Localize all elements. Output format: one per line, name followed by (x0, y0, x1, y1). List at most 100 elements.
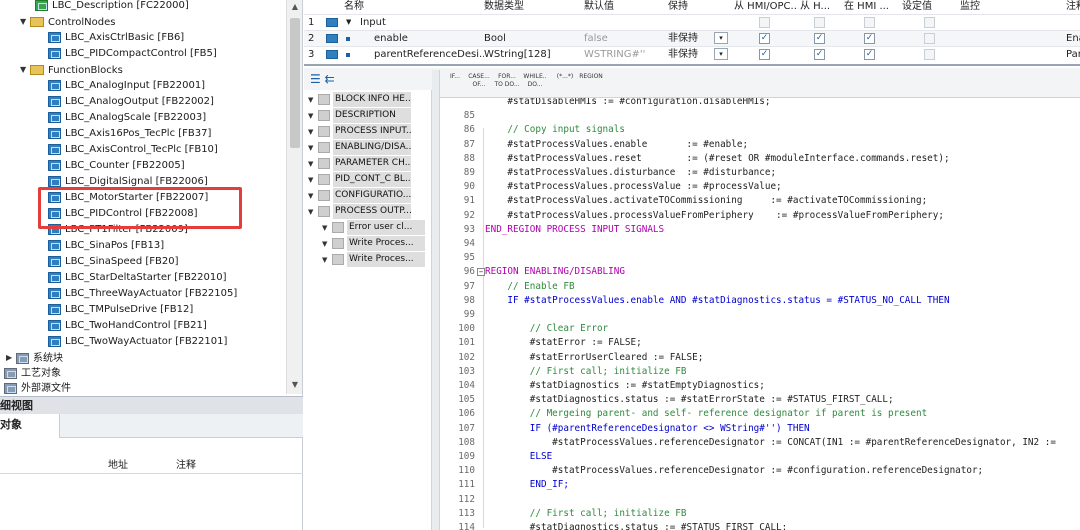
expand-down-icon[interactable]: ▼ (308, 141, 318, 156)
checkbox[interactable]: ✓ (814, 49, 825, 60)
code-line[interactable]: 102 #statErrorUserCleared := FALSE; (441, 351, 1080, 365)
outline-item[interactable]: ▼ PROCESS INPUT... (308, 124, 411, 139)
code-line[interactable]: 101 #statError := FALSE; (441, 336, 1080, 350)
scroll-thumb[interactable] (290, 18, 300, 148)
column-address[interactable]: 地址 (108, 458, 128, 474)
tree-item[interactable]: LBC_Description [FC22000] (35, 0, 189, 14)
tree-item[interactable]: LBC_Axis16Pos_TecPlc [FB37] (48, 126, 211, 142)
code-line[interactable]: 107 IF (#parentReferenceDesignator <> WS… (441, 422, 1080, 436)
expand-down-icon[interactable]: ▼ (308, 157, 318, 172)
expand-down-icon[interactable]: ▼ (308, 189, 318, 204)
outline-splitter[interactable] (432, 70, 440, 530)
code-line[interactable]: 89 #statProcessValues.disturbance := #di… (441, 166, 1080, 180)
toolbar-button[interactable]: IF... (442, 73, 468, 93)
outline-item[interactable]: ▼ Error user cl... (322, 220, 425, 235)
outline-item[interactable]: ▼ PROCESS OUTP... (308, 204, 411, 219)
table-row[interactable]: 1 Input ▼ (304, 14, 1080, 30)
code-line[interactable]: 97 // Enable FB (441, 280, 1080, 294)
code-line[interactable]: 108 #statProcessValues.referenceDesignat… (441, 436, 1080, 450)
code-line[interactable]: 90 #statProcessValues.processValue := #p… (441, 180, 1080, 194)
code-line[interactable]: 96 REGION ENABLING/DISABLING (441, 265, 1080, 279)
expand-down-icon[interactable]: ▼ (308, 205, 318, 220)
outline-item[interactable]: ▼ ENABLING/DISA... (308, 140, 411, 155)
code-line[interactable]: 100 // Clear Error (441, 322, 1080, 336)
fold-collapse-icon[interactable]: − (477, 268, 485, 277)
tree-item[interactable]: LBC_PIDCompactControl [FB5] (48, 46, 217, 62)
tree-item[interactable]: LBC_TwoHandControl [FB21] (48, 318, 207, 334)
outline-item[interactable]: ▼ BLOCK INFO HE... (308, 92, 411, 107)
tree-item[interactable]: ▼ FunctionBlocks (20, 62, 123, 78)
outline-item[interactable]: ▼ Write Proces... (322, 252, 425, 267)
column-comment[interactable]: 注释 (176, 458, 196, 474)
code-line[interactable]: 113 // First call; initialize FB (441, 507, 1080, 521)
column-header[interactable]: 从 HMI/OPC... (734, 0, 798, 14)
column-header[interactable]: 从 H... (800, 0, 840, 14)
tree-item[interactable]: LBC_AxisCtrlBasic [FB6] (48, 30, 184, 46)
expand-down-icon[interactable]: ▼ (308, 173, 318, 188)
tree-item[interactable]: LBC_ThreeWayActuator [FB22105] (48, 286, 237, 302)
toolbar-button[interactable]: WHILE.. DO... (522, 73, 548, 93)
code-line[interactable]: 94 (441, 237, 1080, 251)
code-line[interactable]: 85 (441, 109, 1080, 123)
expand-down-icon[interactable]: ▼ (322, 253, 332, 268)
code-line[interactable]: 106 // Mergeing parent- and self- refere… (441, 407, 1080, 421)
scroll-down-icon[interactable]: ▼ (289, 378, 301, 392)
tree-item[interactable]: 外部源文件 (4, 381, 71, 394)
column-header[interactable]: 默认值 (584, 0, 664, 14)
code-line[interactable]: 91 #statProcessValues.activateTOCommissi… (441, 194, 1080, 208)
code-line[interactable]: 93 END_REGION PROCESS INPUT SIGNALS (441, 223, 1080, 237)
table-row[interactable]: 2enableBoolfalse非保持▾✓✓✓Ena (304, 30, 1080, 46)
expand-right-icon[interactable]: ▶ (6, 350, 16, 366)
column-header[interactable]: 设定值 (902, 0, 958, 14)
code-line[interactable]: 86 // Copy input signals (441, 123, 1080, 137)
column-header[interactable]: 在 HMI ... (844, 0, 899, 14)
tree-scrollbar[interactable]: ▲ ▼ (286, 0, 302, 394)
checkbox[interactable] (924, 33, 935, 44)
code-line[interactable]: 110 #statProcessValues.referenceDesignat… (441, 464, 1080, 478)
checkbox[interactable] (864, 17, 875, 28)
tree-item[interactable]: ▼ ControlNodes (20, 14, 115, 30)
expand-down-icon[interactable]: ▼ (322, 221, 332, 236)
tree-item[interactable]: ▶ 系统块 (6, 350, 63, 366)
outline-item[interactable]: ▼ DESCRIPTION (308, 108, 411, 123)
outline-item[interactable]: ▼ PARAMETER CH... (308, 156, 411, 171)
code-line[interactable]: 87 #statProcessValues.enable := #enable; (441, 138, 1080, 152)
checkbox[interactable] (814, 17, 825, 28)
code-line[interactable]: 105 #statDiagnostics.status := #statErro… (441, 393, 1080, 407)
scroll-up-icon[interactable]: ▲ (289, 0, 301, 14)
code-editor[interactable]: #statDisableHMIs := #configuration.disab… (441, 98, 1080, 530)
tree-item[interactable]: LBC_StarDeltaStarter [FB22010] (48, 270, 227, 286)
expand-down-icon[interactable]: ▼ (322, 237, 332, 252)
code-line[interactable]: 104 #statDiagnostics := #statEmptyDiagno… (441, 379, 1080, 393)
expand-down-icon[interactable]: ▼ (20, 14, 30, 30)
expand-down-icon[interactable]: ▼ (308, 125, 318, 140)
expand-down-icon[interactable]: ▼ (308, 93, 318, 108)
code-line[interactable]: 88 #statProcessValues.reset := (#reset O… (441, 152, 1080, 166)
checkbox[interactable] (924, 17, 935, 28)
code-line[interactable]: 99 (441, 308, 1080, 322)
tree-item[interactable]: 工艺对象 (4, 366, 61, 382)
outline-toggle-icon[interactable]: ☰ ⇇ (310, 72, 335, 86)
dropdown-arrow-icon[interactable]: ▾ (714, 32, 728, 44)
tree-item[interactable]: LBC_Counter [FB22005] (48, 158, 185, 174)
code-line[interactable]: 114 #statDiagnostics.status := #STATUS_F… (441, 521, 1080, 530)
tab-objects[interactable]: 对象 (0, 414, 60, 438)
toolbar-button[interactable]: REGION (578, 73, 604, 93)
toolbar-button[interactable]: (*...*) (552, 73, 578, 93)
code-line[interactable]: 112 (441, 493, 1080, 507)
expand-down-icon[interactable]: ▼ (20, 62, 30, 78)
column-header[interactable]: 数据类型 (484, 0, 574, 14)
expand-down-icon[interactable]: ▼ (308, 109, 318, 124)
tree-item[interactable]: LBC_AnalogScale [FB22003] (48, 110, 206, 126)
expand-down-icon[interactable]: ▼ (346, 15, 351, 30)
code-line[interactable]: #statDisableHMIs := #configuration.disab… (441, 98, 1080, 109)
checkbox[interactable]: ✓ (864, 49, 875, 60)
code-line[interactable]: 103 // First call; initialize FB (441, 365, 1080, 379)
checkbox[interactable] (924, 49, 935, 60)
code-line[interactable]: 92 #statProcessValues.processValueFromPe… (441, 209, 1080, 223)
code-line[interactable]: 95 (441, 251, 1080, 265)
outline-item[interactable]: ▼ PID_CONT_C BL... (308, 172, 411, 187)
checkbox[interactable]: ✓ (814, 33, 825, 44)
column-header[interactable]: 监控 (960, 0, 1020, 14)
code-line[interactable]: 98 IF #statProcessValues.enable AND #sta… (441, 294, 1080, 308)
